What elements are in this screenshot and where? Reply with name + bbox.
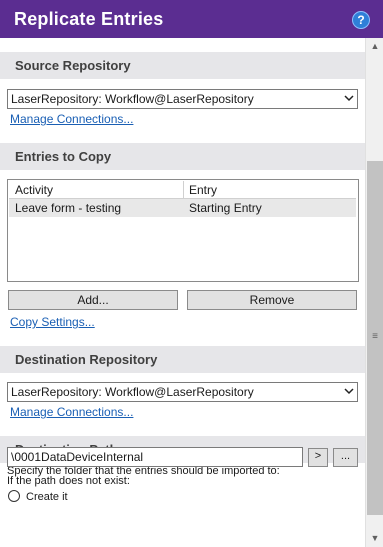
chevron-down-icon — [344, 95, 354, 102]
row-activity: Leave form - testing — [15, 201, 122, 215]
destination-path-value: \0001DataDeviceInternal — [11, 450, 144, 464]
panel-content: Source Repository LaserRepository: Workf… — [0, 38, 365, 547]
table-row[interactable]: Leave form - testing Starting Entry — [9, 199, 356, 217]
column-divider[interactable] — [183, 181, 184, 198]
create-it-label[interactable]: Create it — [26, 491, 68, 503]
browse-button[interactable]: ... — [333, 448, 358, 467]
destination-repository-value: LaserRepository: Workflow@LaserRepositor… — [11, 385, 254, 399]
scrollbar-thumb[interactable]: ≡ — [367, 161, 383, 515]
source-repository-select[interactable]: LaserRepository: Workflow@LaserRepositor… — [7, 89, 358, 109]
source-repository-header: Source Repository — [0, 52, 365, 79]
remove-entry-button[interactable]: Remove — [187, 290, 357, 310]
copy-settings-link[interactable]: Copy Settings... — [10, 315, 95, 329]
entries-to-copy-title: Entries to Copy — [15, 149, 112, 164]
column-header-activity[interactable]: Activity — [15, 183, 53, 197]
create-it-radio[interactable] — [8, 490, 20, 502]
path-not-exist-label: If the path does not exist: — [7, 475, 130, 487]
vertical-scrollbar[interactable]: ▲ ≡ ▼ — [365, 38, 383, 547]
destination-path-input[interactable]: \0001DataDeviceInternal — [7, 447, 303, 467]
destination-repository-select[interactable]: LaserRepository: Workflow@LaserRepositor… — [7, 382, 358, 402]
grip-icon: ≡ — [372, 331, 378, 342]
add-entry-button[interactable]: Add... — [8, 290, 178, 310]
scroll-up-icon[interactable]: ▲ — [366, 38, 383, 55]
source-repository-title: Source Repository — [15, 58, 131, 73]
entries-to-copy-header: Entries to Copy — [0, 143, 365, 170]
destination-manage-connections-link[interactable]: Manage Connections... — [10, 405, 133, 419]
source-repository-value: LaserRepository: Workflow@LaserRepositor… — [11, 92, 254, 106]
chevron-down-icon — [344, 388, 354, 395]
help-icon[interactable]: ? — [352, 11, 370, 29]
column-header-entry[interactable]: Entry — [189, 183, 217, 197]
title-bar: Replicate Entries ? — [0, 0, 383, 38]
row-entry: Starting Entry — [189, 201, 262, 215]
destination-repository-title: Destination Repository — [15, 352, 158, 367]
destination-repository-header: Destination Repository — [0, 346, 365, 373]
scroll-down-icon[interactable]: ▼ — [366, 530, 383, 547]
path-arrow-button[interactable]: > — [308, 448, 328, 467]
panel-title: Replicate Entries — [14, 9, 164, 29]
entries-list-header: Activity Entry — [9, 181, 356, 199]
entries-list[interactable]: Activity Entry Leave form - testing Star… — [7, 179, 359, 282]
source-manage-connections-link[interactable]: Manage Connections... — [10, 112, 133, 126]
